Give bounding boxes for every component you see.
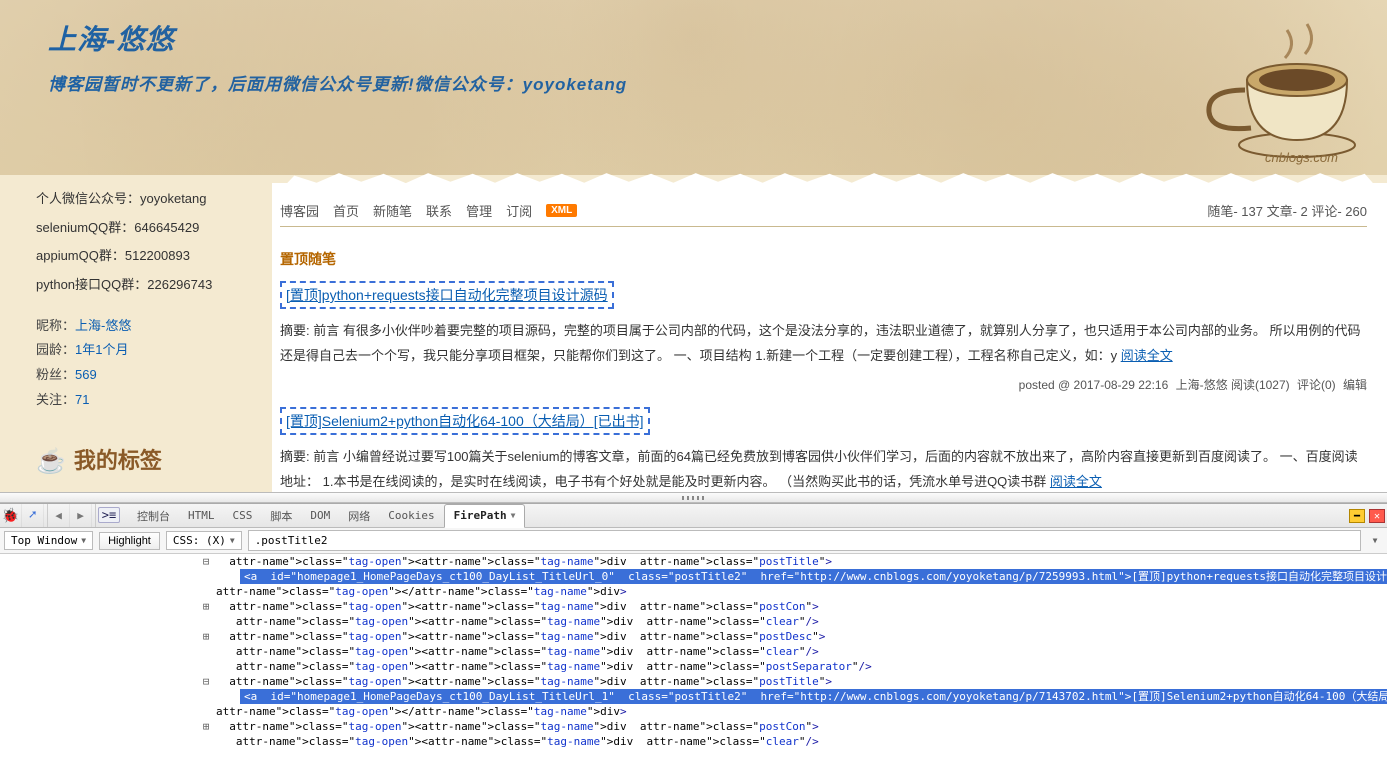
age-link[interactable]: 1年1个月 <box>75 342 128 357</box>
sidebar-follow: 关注：71 <box>36 388 254 413</box>
tab-script[interactable]: 脚本 <box>261 504 301 528</box>
expand-icon[interactable]: ⊞ <box>200 599 212 614</box>
dom-node[interactable]: attr-name">class="tag-open"><attr-name">… <box>229 555 832 568</box>
svg-text:cnblogs.com: cnblogs.com <box>1265 150 1338 165</box>
dom-node-highlighted[interactable]: <a id="homepage1_HomePageDays_ct100_DayL… <box>240 689 1387 704</box>
dom-node[interactable]: attr-name">class="tag-open"><attr-name">… <box>236 660 872 673</box>
nav-cnblogs[interactable]: 博客园 <box>280 201 319 220</box>
nav-forward-icon[interactable]: ▶ <box>70 504 92 527</box>
dom-node-highlighted[interactable]: <a id="homepage1_HomePageDays_ct100_DayL… <box>240 569 1387 584</box>
chevron-down-icon[interactable]: ▼ <box>1367 536 1383 545</box>
post-meta: posted @ 2017-08-29 22:16 上海-悠悠 阅读(1027)… <box>280 376 1367 393</box>
post-title: [置顶]python+requests接口自动化完整项目设计源码 <box>280 281 614 309</box>
nav-home[interactable]: 首页 <box>333 201 359 220</box>
minimize-icon[interactable]: ━ <box>1349 509 1365 523</box>
tab-net[interactable]: 网络 <box>339 504 379 528</box>
nav-bar: 博客园 首页 新随笔 联系 管理 订阅 XML 随笔- 137 文章- 2 评论… <box>280 201 1367 227</box>
dom-node[interactable]: attr-name">class="tag-open"><attr-name">… <box>236 735 819 748</box>
chevron-down-icon: ▼ <box>230 536 235 545</box>
sidebar-python-qq: python接口QQ群：226296743 <box>36 273 254 298</box>
tab-css[interactable]: CSS <box>224 504 262 528</box>
xml-badge[interactable]: XML <box>546 204 577 217</box>
main-column: 博客园 首页 新随笔 联系 管理 订阅 XML 随笔- 137 文章- 2 评论… <box>272 183 1387 492</box>
dom-node[interactable]: attr-name">class="tag-open"><attr-name">… <box>229 630 825 643</box>
dom-node[interactable]: attr-name">class="tag-open"></attr-name"… <box>216 705 627 718</box>
selector-type-select[interactable]: CSS: (X)▼ <box>166 531 242 550</box>
nav-admin[interactable]: 管理 <box>466 201 492 220</box>
edit-link[interactable]: 编辑 <box>1343 378 1367 392</box>
dom-node[interactable]: attr-name">class="tag-open"></attr-name"… <box>216 585 627 598</box>
expand-icon[interactable]: ⊞ <box>200 629 212 644</box>
nav-contact[interactable]: 联系 <box>426 201 452 220</box>
highlight-button[interactable]: Highlight <box>99 532 160 550</box>
follow-link[interactable]: 71 <box>75 392 89 407</box>
collapse-icon[interactable]: ⊟ <box>200 554 212 569</box>
dom-node[interactable]: attr-name">class="tag-open"><attr-name">… <box>229 720 818 733</box>
dom-node[interactable]: attr-name">class="tag-open"><attr-name">… <box>229 675 832 688</box>
firepath-toolbar: Top Window▼ Highlight CSS: (X)▼ ▼ <box>0 528 1387 554</box>
sidebar-age: 园龄：1年1个月 <box>36 338 254 363</box>
sidebar-nickname: 昵称：上海-悠悠 <box>36 314 254 339</box>
sidebar-wechat: 个人微信公众号：yoyoketang <box>36 187 254 212</box>
firebug-panel: 🐞 ➚ ◀ ▶ >≡ 控制台 HTML CSS 脚本 DOM 网络 Cookie… <box>0 503 1387 755</box>
dom-node[interactable]: attr-name">class="tag-open"><attr-name">… <box>236 615 819 628</box>
post-summary: 摘要: 前言 有很多小伙伴吵着要完整的项目源码，完整的项目属于公司内部的代码，这… <box>280 319 1367 368</box>
sidebar-selenium-qq: seleniumQQ群：646645429 <box>36 216 254 241</box>
post-summary: 摘要: 前言 小编曾经说过要写100篇关于selenium的博客文章，前面的64… <box>280 445 1367 492</box>
nav-back-icon[interactable]: ◀ <box>48 504 70 527</box>
author-link[interactable]: 上海-悠悠 <box>1176 378 1228 392</box>
tab-dom[interactable]: DOM <box>301 504 339 528</box>
nav-stats: 随笔- 137 文章- 2 评论- 260 <box>1207 201 1367 220</box>
nickname-link[interactable]: 上海-悠悠 <box>75 318 131 333</box>
sidebar-fans: 粉丝：569 <box>36 363 254 388</box>
fans-link[interactable]: 569 <box>75 367 97 382</box>
pane-splitter[interactable] <box>0 492 1387 503</box>
dom-tree[interactable]: ⊟ attr-name">class="tag-open"><attr-name… <box>0 554 1387 755</box>
nav-newpost[interactable]: 新随笔 <box>373 201 412 220</box>
top-window-select[interactable]: Top Window▼ <box>4 531 93 550</box>
chevron-down-icon: ▼ <box>81 536 86 545</box>
pinned-posts-title: 置顶随笔 <box>280 249 1367 269</box>
read-more-link[interactable]: 阅读全文 <box>1121 348 1173 363</box>
sidebar: 个人微信公众号：yoyoketang seleniumQQ群：646645429… <box>0 175 272 492</box>
tab-cookies[interactable]: Cookies <box>379 504 443 528</box>
tags-title: 我的标签 <box>74 440 162 482</box>
chevron-down-icon: ▼ <box>511 511 516 520</box>
blog-header: 上海-悠悠 博客园暂时不更新了，后面用微信公众号更新!微信公众号：yoyoket… <box>0 0 1387 175</box>
collapse-icon[interactable]: ⊟ <box>200 674 212 689</box>
tab-html[interactable]: HTML <box>179 504 224 528</box>
post-title-link[interactable]: [置顶]Selenium2+python自动化64-100（大结局）[已出书] <box>286 413 644 429</box>
selector-input[interactable] <box>248 530 1361 551</box>
post-title: [置顶]Selenium2+python自动化64-100（大结局）[已出书] <box>280 407 650 435</box>
post-title-link[interactable]: [置顶]python+requests接口自动化完整项目设计源码 <box>286 287 608 303</box>
cup-icon: ☕ <box>36 439 66 485</box>
tab-firepath[interactable]: FirePath▼ <box>444 504 526 528</box>
expand-icon[interactable]: ⊞ <box>200 719 212 734</box>
sidebar-appium-qq: appiumQQ群：512200893 <box>36 244 254 269</box>
firebug-toolbar: 🐞 ➚ ◀ ▶ >≡ 控制台 HTML CSS 脚本 DOM 网络 Cookie… <box>0 504 1387 528</box>
inspector-icon[interactable]: ➚ <box>22 504 44 527</box>
comment-link[interactable]: 评论(0) <box>1297 378 1339 392</box>
browser-content: 上海-悠悠 博客园暂时不更新了，后面用微信公众号更新!微信公众号：yoyoket… <box>0 0 1387 492</box>
tab-console[interactable]: 控制台 <box>128 504 179 528</box>
coffee-cup-illustration: cnblogs.com <box>1147 10 1367 165</box>
dom-node[interactable]: attr-name">class="tag-open"><attr-name">… <box>236 645 819 658</box>
tags-header: ☕ 我的标签 <box>36 439 254 485</box>
read-more-link[interactable]: 阅读全文 <box>1050 474 1102 489</box>
dom-node[interactable]: attr-name">class="tag-open"><attr-name">… <box>229 600 818 613</box>
close-icon[interactable]: ✕ <box>1369 509 1385 523</box>
console-prompt-icon[interactable]: >≡ <box>98 507 120 523</box>
firebug-icon[interactable]: 🐞 <box>0 504 22 527</box>
nav-subscribe[interactable]: 订阅 <box>506 201 532 220</box>
